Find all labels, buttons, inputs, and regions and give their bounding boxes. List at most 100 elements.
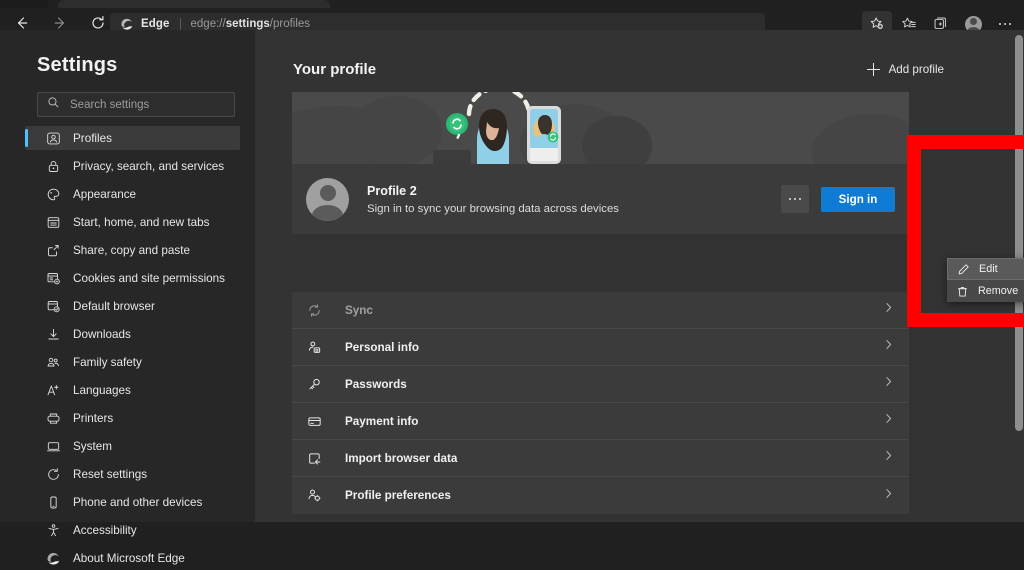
- list-item-label: Import browser data: [345, 451, 458, 465]
- trash-icon: [955, 284, 969, 298]
- sidebar-item-downloads[interactable]: Downloads: [25, 322, 240, 346]
- sign-in-button[interactable]: Sign in: [821, 186, 895, 212]
- pencil-icon: [956, 262, 970, 276]
- sidebar-item-label: Downloads: [73, 327, 131, 341]
- profile-hero-illustration: [292, 92, 909, 164]
- tab-strip-edge: [0, 0, 48, 8]
- omnibox-url: edge://settings/profiles: [191, 18, 311, 30]
- hero-figure-graphic: [433, 92, 561, 164]
- settings-page: Settings Search settings Profiles Privac…: [0, 30, 1024, 565]
- sidebar-item-label: Phone and other devices: [73, 495, 203, 509]
- url-bold-segment: settings: [225, 18, 270, 30]
- languages-icon: [45, 382, 61, 398]
- list-item-personal-info[interactable]: Personal info: [292, 329, 909, 366]
- printer-icon: [45, 410, 61, 426]
- browser-window: Edge edge://settings/profiles Settings S…: [0, 0, 1024, 565]
- profile-summary-row: Profile 2 Sign in to sync your browsing …: [292, 164, 909, 234]
- search-icon: [47, 96, 60, 114]
- search-placeholder: Search settings: [70, 98, 150, 111]
- profile-settings-list: Sync Personal info Passwords Payment inf…: [292, 292, 909, 514]
- chevron-right-icon: [882, 487, 895, 505]
- settings-content: Your profile Add profile Profile 2 Sign …: [255, 30, 1024, 522]
- list-item-label: Personal info: [345, 340, 420, 354]
- sidebar-item-label: Share, copy and paste: [73, 243, 190, 257]
- sidebar-item-default-browser[interactable]: Default browser: [25, 294, 240, 318]
- sidebar-item-label: Appearance: [73, 187, 137, 201]
- sidebar-item-label: Accessibility: [73, 523, 137, 537]
- tab-strip: [0, 0, 1024, 8]
- profile-avatar: [306, 177, 349, 221]
- edge-logo-icon: [120, 17, 134, 31]
- sidebar-item-about-microsoft-edge[interactable]: About Microsoft Edge: [25, 546, 240, 570]
- plus-icon: [866, 63, 880, 76]
- sidebar-item-printers[interactable]: Printers: [25, 406, 240, 430]
- chevron-right-icon: [882, 375, 895, 393]
- list-item-passwords[interactable]: Passwords: [292, 366, 909, 403]
- profile-more-options-button[interactable]: [781, 185, 809, 213]
- credit-card-icon: [306, 413, 323, 430]
- sidebar-item-label: Family safety: [73, 355, 142, 369]
- sidebar-item-share-copy-and-paste[interactable]: Share, copy and paste: [25, 238, 240, 262]
- sync-icon: [306, 302, 323, 319]
- sidebar-item-family-safety[interactable]: Family safety: [25, 350, 240, 374]
- add-profile-button[interactable]: Add profile: [863, 60, 948, 79]
- sidebar-item-cookies-and-site-permissions[interactable]: Cookies and site permissions: [25, 266, 240, 290]
- reset-icon: [45, 466, 61, 482]
- scrollbar-thumb[interactable]: [1015, 35, 1023, 431]
- sidebar-item-label: Printers: [73, 411, 114, 425]
- list-item-profile-preferences[interactable]: Profile preferences: [292, 477, 909, 514]
- import-icon: [306, 450, 323, 467]
- system-monitor-icon: [45, 438, 61, 454]
- sidebar-item-start-home-and-new-tabs[interactable]: Start, home, and new tabs: [25, 210, 240, 234]
- list-item-sync[interactable]: Sync: [292, 292, 909, 329]
- profile-context-menu: Edit Remove: [947, 258, 1024, 302]
- chevron-right-icon: [882, 301, 895, 319]
- profile-name: Profile 2: [367, 183, 417, 198]
- list-item-payment-info[interactable]: Payment info: [292, 403, 909, 440]
- sidebar-item-privacy-search-and-services[interactable]: Privacy, search, and services: [25, 154, 240, 178]
- sidebar-item-label: Privacy, search, and services: [73, 159, 225, 173]
- settings-sidebar: Settings Search settings Profiles Privac…: [0, 30, 255, 565]
- profile-icon: [45, 130, 61, 146]
- accessibility-icon: [45, 522, 61, 538]
- list-item-label: Payment info: [345, 414, 419, 428]
- list-item-import-browser-data[interactable]: Import browser data: [292, 440, 909, 477]
- chevron-right-icon: [882, 338, 895, 356]
- sidebar-item-appearance[interactable]: Appearance: [25, 182, 240, 206]
- context-menu-item-edit[interactable]: Edit: [947, 258, 1024, 280]
- sidebar-item-languages[interactable]: Languages: [25, 378, 240, 402]
- profile-preferences-icon: [306, 487, 323, 504]
- chevron-right-icon: [882, 412, 895, 430]
- sidebar-item-label: Default browser: [73, 299, 155, 313]
- search-settings-input[interactable]: Search settings: [37, 92, 235, 117]
- list-item-label: Passwords: [345, 377, 407, 391]
- chevron-right-icon: [882, 449, 895, 467]
- sidebar-item-label: About Microsoft Edge: [73, 551, 185, 565]
- palette-icon: [45, 186, 61, 202]
- profile-text-block: Profile 2 Sign in to sync your browsing …: [367, 184, 619, 215]
- cookies-icon: [45, 270, 61, 286]
- download-icon: [45, 326, 61, 342]
- context-menu-item-remove[interactable]: Remove: [947, 280, 1024, 302]
- sidebar-item-system[interactable]: System: [25, 434, 240, 458]
- content-header: Your profile Add profile: [293, 60, 948, 79]
- active-tab[interactable]: [58, 0, 330, 8]
- phone-icon: [45, 494, 61, 510]
- sidebar-item-phone-and-other-devices[interactable]: Phone and other devices: [25, 490, 240, 514]
- ellipsis-icon: [998, 22, 1012, 26]
- sidebar-item-reset-settings[interactable]: Reset settings: [25, 462, 240, 486]
- settings-title: Settings: [37, 54, 118, 76]
- sidebar-item-label: Reset settings: [73, 467, 148, 481]
- hero-cloud-shape: [812, 114, 909, 164]
- default-browser-icon: [45, 298, 61, 314]
- sidebar-item-label: Profiles: [73, 131, 112, 145]
- sidebar-nav-list: Profiles Privacy, search, and services A…: [25, 126, 240, 570]
- list-item-label: Sync: [345, 303, 373, 317]
- family-icon: [45, 354, 61, 370]
- list-item-label: Profile preferences: [345, 489, 451, 502]
- sidebar-item-label: Start, home, and new tabs: [73, 215, 210, 229]
- omnibox-brand-label: Edge: [141, 18, 170, 30]
- lock-icon: [45, 158, 61, 174]
- url-suffix: /profiles: [269, 18, 311, 30]
- sidebar-item-profiles[interactable]: Profiles: [25, 126, 240, 150]
